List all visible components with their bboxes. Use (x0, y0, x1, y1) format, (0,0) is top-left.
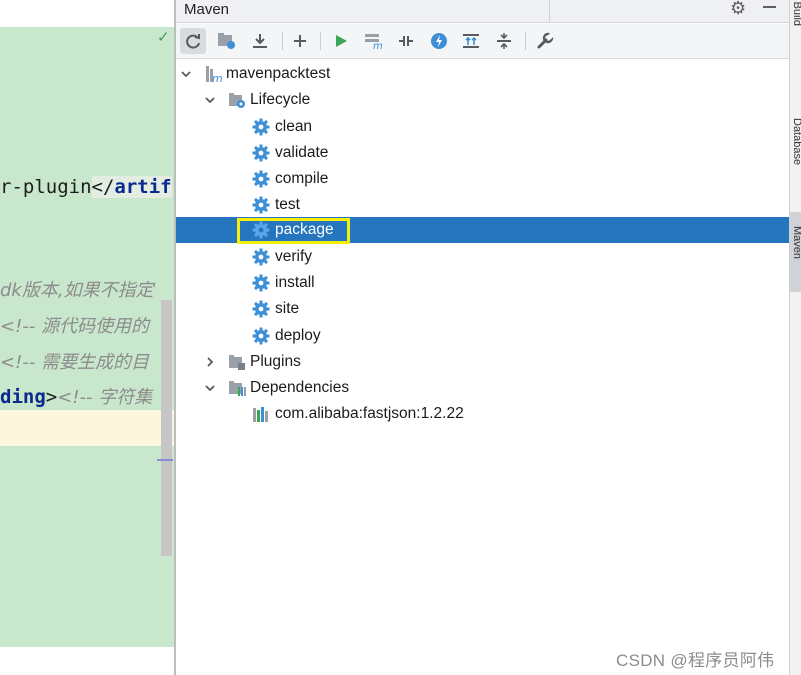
tool-tab-label: Maven (791, 226, 801, 260)
plugins-folder-icon (228, 353, 246, 371)
tree-row-goal-compile[interactable]: compile (176, 166, 789, 192)
editor-line-comment-jdk: dk版本,如果不指定 (0, 273, 154, 307)
tree-label-goal: validate (275, 144, 329, 161)
tree-row-goal-install[interactable]: install (176, 270, 789, 296)
code-comment: <!-- 源代码使用的 (0, 316, 150, 337)
tool-tab-label: Database (791, 118, 801, 166)
tool-tab-label: Ant Build (791, 0, 801, 27)
tool-tab-ant-build[interactable]: Ant Build (790, 0, 801, 95)
chevron-down-icon[interactable] (203, 381, 217, 395)
maven-title-bar: Maven ⚙ (176, 0, 789, 23)
tree-label-lifecycle: Lifecycle (250, 91, 311, 108)
gear-goal-icon (252, 300, 270, 318)
tree-row-goal-package[interactable]: package (176, 217, 789, 244)
editor-current-line (0, 410, 175, 446)
gear-goal-icon (252, 327, 270, 345)
tree-row-dependencies[interactable]: Dependencies (176, 375, 789, 401)
toolbar-separator (282, 32, 283, 50)
toolbar-separator (320, 32, 321, 50)
tree-label-goal: site (275, 300, 300, 317)
tree-row-project[interactable]: m mavenpacktest (176, 61, 789, 87)
tree-label-goal: verify (275, 248, 313, 265)
code-text: r-plugin (0, 176, 92, 198)
reload-icon[interactable] (180, 28, 206, 54)
toolbar-separator (525, 32, 526, 50)
svg-text:m: m (373, 41, 383, 50)
chevron-right-icon[interactable] (203, 355, 217, 369)
toggle-offline-icon[interactable] (393, 28, 419, 54)
lifecycle-folder-icon (228, 91, 246, 109)
code-keyword: artif (114, 176, 172, 198)
maven-project-icon: m (204, 65, 222, 83)
svg-text:m: m (212, 72, 222, 83)
tree-label-goal: clean (275, 118, 313, 135)
maven-tool-window: Maven ⚙ m m mavenpacktest Lifecycle clea… (176, 0, 789, 675)
tree-row-goal-clean[interactable]: clean (176, 114, 789, 140)
add-icon[interactable] (287, 28, 313, 54)
gear-goal-icon (252, 221, 270, 239)
chevron-down-icon[interactable] (179, 67, 193, 81)
gear-goal-icon (252, 248, 270, 266)
library-icon (252, 405, 270, 423)
code-comment: dk版本,如果不指定 (0, 280, 154, 301)
run-icon[interactable] (328, 28, 354, 54)
code-tag: > (45, 386, 58, 408)
watermark: CSDN @程序员阿伟 (616, 651, 775, 670)
gear-goal-icon (252, 196, 270, 214)
execute-goal-icon[interactable]: m (361, 28, 387, 54)
tree-row-goal-validate[interactable]: validate (176, 140, 789, 166)
tree-row-goal-verify[interactable]: verify (176, 244, 789, 270)
tree-row-goal-deploy[interactable]: deploy (176, 323, 789, 349)
skip-tests-icon[interactable] (426, 28, 452, 54)
dependencies-folder-icon (228, 379, 246, 397)
editor-error-stripe-mark[interactable] (157, 459, 173, 461)
gear-icon[interactable]: ⚙ (730, 0, 746, 19)
tool-tab-database[interactable]: Database (790, 112, 801, 200)
title-separator (549, 0, 550, 23)
gear-goal-icon (252, 170, 270, 188)
tree-row-dependency[interactable]: com.alibaba:fastjson:1.2.22 (176, 401, 789, 427)
editor-scrollbar[interactable] (161, 300, 172, 556)
tree-label-dependency: com.alibaba:fastjson:1.2.22 (275, 405, 464, 422)
maven-toolbar: m (176, 24, 789, 59)
tree-row-goal-site[interactable]: site (176, 296, 789, 322)
tree-label-goal: package (275, 221, 334, 238)
editor-line-comment-target: <!-- 需要生成的目 (0, 345, 149, 379)
wrench-icon[interactable] (532, 28, 558, 54)
generate-sources-icon[interactable] (214, 28, 240, 54)
tree-label-plugins: Plugins (250, 353, 301, 370)
download-icon[interactable] (247, 28, 273, 54)
code-comment: <!-- 需要生成的目 (0, 352, 150, 373)
tree-label-goal: compile (275, 170, 329, 187)
tree-row-goal-test[interactable]: test (176, 192, 789, 218)
code-tag: </ (91, 176, 115, 198)
editor-bottom-area (0, 647, 175, 675)
right-tool-strip: Ant Build Database Maven (789, 0, 801, 675)
code-editor[interactable]: ✓ r-plugin</artif dk版本,如果不指定 <!-- 源代码使用的… (0, 0, 175, 675)
editor-line-artifact: r-plugin</artif (0, 170, 172, 204)
editor-line-encoding: ding><!-- 字符集 (0, 380, 152, 414)
tree-label-goal: install (275, 274, 315, 291)
tree-label-goal: deploy (275, 327, 321, 344)
tree-label-dependencies: Dependencies (250, 379, 350, 396)
code-comment: <!-- 字符集 (57, 387, 153, 408)
tree-label-goal: test (275, 196, 300, 213)
code-keyword: ding (0, 386, 46, 408)
minimize-icon[interactable] (763, 6, 776, 8)
editor-line-comment-source: <!-- 源代码使用的 (0, 309, 149, 343)
tree-row-plugins[interactable]: Plugins (176, 349, 789, 375)
show-dependencies-icon[interactable] (458, 28, 484, 54)
tool-tab-maven[interactable]: Maven (790, 212, 801, 292)
inspection-ok-icon[interactable]: ✓ (157, 28, 170, 46)
collapse-all-icon[interactable] (491, 28, 517, 54)
tree-label-project: mavenpacktest (226, 65, 331, 82)
chevron-down-icon[interactable] (203, 93, 217, 107)
maven-title: Maven (184, 1, 230, 18)
gear-goal-icon (252, 144, 270, 162)
gear-goal-icon (252, 274, 270, 292)
gear-goal-icon (252, 118, 270, 136)
tree-row-lifecycle[interactable]: Lifecycle (176, 87, 789, 113)
